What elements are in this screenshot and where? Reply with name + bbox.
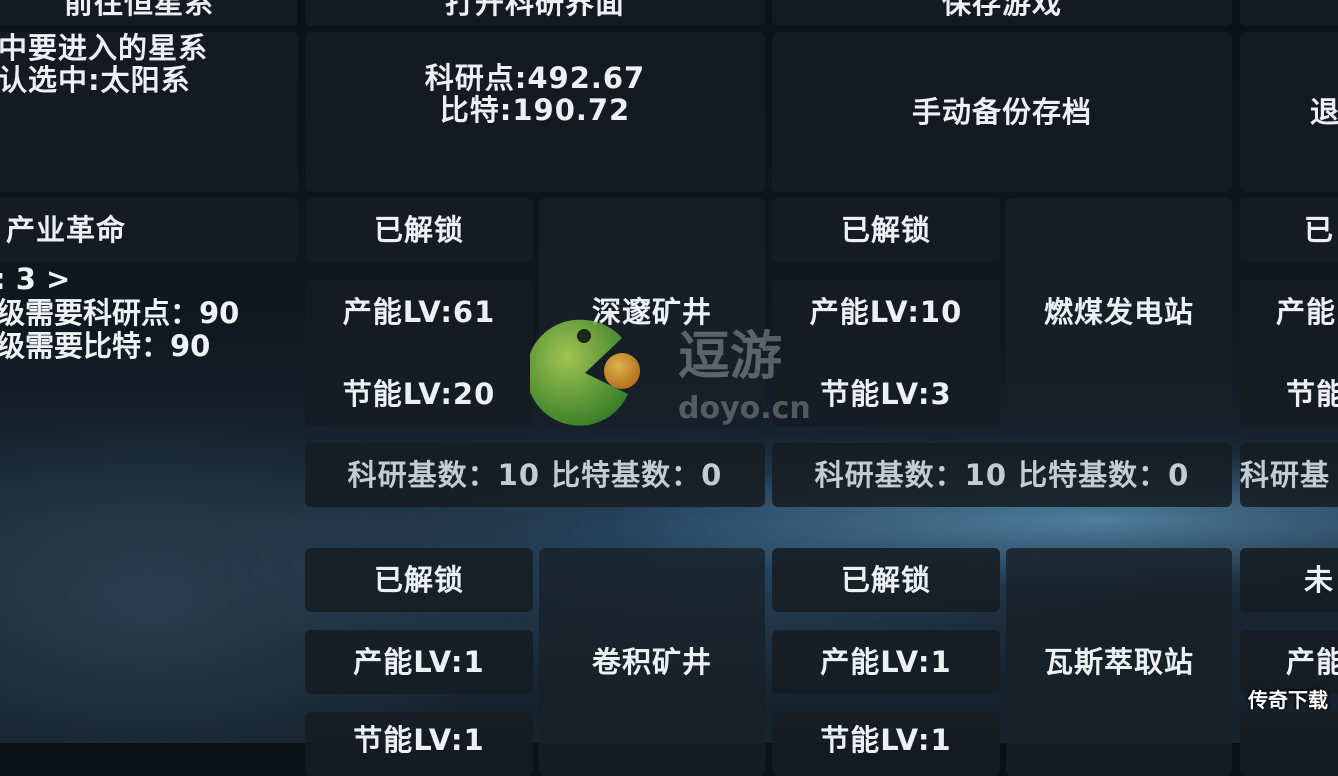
galaxy-select-line2: 认选中:太阳系	[0, 63, 191, 98]
facility-4-name: 瓦斯萃取站	[1043, 645, 1194, 679]
facility-3-efficiency-label: 节能LV:1	[353, 723, 485, 757]
goto-galaxy-button[interactable]: 前往恒星系	[0, 0, 298, 26]
facility-1-capacity-label: 产能LV:61	[342, 294, 496, 329]
manual-backup-label: 手动备份存档	[911, 94, 1092, 129]
facility-4-capacity-button[interactable]: 产能LV:1	[772, 630, 1000, 694]
facility-r1-base-panel: 科研基	[1240, 443, 1338, 507]
facility-2-capacity-label: 产能LV:10	[809, 294, 963, 329]
facility-2-status: 已解锁	[772, 198, 1000, 262]
manual-backup-button[interactable]: 手动备份存档	[772, 32, 1232, 192]
exit-label: 退	[1310, 94, 1338, 129]
facility-3-status-label: 已解锁	[373, 562, 464, 597]
research-points-value: 科研点:492.67	[424, 61, 646, 95]
facility-1-status: 已解锁	[305, 198, 533, 262]
facility-2-efficiency-label: 节能LV:3	[820, 376, 952, 411]
facility-2-efficiency-button[interactable]: 节能LV:3	[772, 362, 1000, 426]
facility-2-name: 燃煤发电站	[1043, 294, 1194, 329]
facility-r1-status: 已	[1240, 198, 1338, 262]
facility-1-base-panel: 科研基数：10 比特基数：0	[305, 443, 765, 507]
save-game-button[interactable]: 保存游戏	[772, 0, 1232, 26]
facility-r1-capacity-button[interactable]: 产能	[1240, 280, 1338, 344]
facility-4-efficiency-button[interactable]: 节能LV:1	[772, 712, 1000, 776]
facility-4-status: 已解锁	[772, 548, 1000, 612]
facility-3-efficiency-button[interactable]: 节能LV:1	[305, 712, 533, 776]
tech-title: 产业革命	[6, 212, 127, 247]
galaxy-select-line1: 中要进入的星系	[0, 31, 209, 65]
exit-button[interactable]: 退	[1240, 32, 1338, 192]
tech-req-bits: 级需要比特：90	[0, 329, 211, 363]
facility-3-capacity-label: 产能LV:1	[353, 644, 485, 679]
research-stats-panel: 科研点:492.67 比特:190.72	[305, 32, 765, 192]
facility-2-name-panel[interactable]: 燃煤发电站	[1006, 198, 1232, 426]
facility-r1-efficiency-button[interactable]: 节能	[1240, 362, 1338, 426]
facility-2-base: 科研基数：10 比特基数：0	[814, 457, 1190, 492]
bits-value: 比特:190.72	[439, 93, 631, 128]
tech-level: : 3 >	[0, 262, 71, 296]
facility-r2-capacity-label: 产能	[1286, 644, 1338, 679]
facility-3-capacity-button[interactable]: 产能LV:1	[305, 630, 533, 694]
facility-r1-efficiency-label: 节能	[1286, 376, 1338, 411]
facility-r2-efficiency-button[interactable]	[1240, 712, 1338, 776]
facility-2-base-panel: 科研基数：10 比特基数：0	[772, 443, 1232, 507]
facility-4-status-label: 已解锁	[840, 562, 931, 597]
facility-2-status-label: 已解锁	[840, 212, 931, 247]
facility-1-name: 深邃矿井	[591, 294, 712, 329]
facility-3-status: 已解锁	[305, 548, 533, 612]
facility-1-capacity-button[interactable]: 产能LV:61	[305, 280, 533, 344]
facility-4-capacity-label: 产能LV:1	[820, 644, 952, 679]
tech-title-panel: 产业革命	[0, 198, 298, 262]
corner-watermark: 传奇下载	[1248, 688, 1328, 712]
save-game-label: 保存游戏	[941, 0, 1062, 20]
facility-1-name-panel[interactable]: 深邃矿井	[539, 198, 765, 426]
goto-galaxy-label: 前往恒星系	[63, 0, 214, 20]
open-research-label: 打开科研界面	[444, 0, 625, 20]
facility-4-efficiency-label: 节能LV:1	[820, 723, 952, 757]
facility-1-status-label: 已解锁	[373, 212, 464, 247]
facility-3-name: 卷积矿井	[591, 645, 712, 679]
facility-4-name-panel[interactable]: 瓦斯萃取站	[1006, 548, 1232, 776]
facility-3-name-panel[interactable]: 卷积矿井	[539, 548, 765, 776]
tech-req-research: 级需要科研点：90	[0, 296, 240, 330]
top-right-partial-button[interactable]	[1240, 0, 1338, 26]
facility-r1-status-label: 已	[1304, 212, 1335, 247]
open-research-button[interactable]: 打开科研界面	[305, 0, 765, 26]
facility-r2-status-label: 未	[1304, 562, 1335, 597]
galaxy-select-panel[interactable]: 中要进入的星系 认选中:太阳系	[0, 32, 298, 192]
facility-r2-status: 未	[1240, 548, 1338, 612]
facility-1-efficiency-button[interactable]: 节能LV:20	[305, 362, 533, 426]
facility-2-capacity-button[interactable]: 产能LV:10	[772, 280, 1000, 344]
facility-r1-base: 科研基	[1240, 457, 1331, 492]
facility-1-base: 科研基数：10 比特基数：0	[347, 457, 723, 492]
facility-r1-capacity-label: 产能	[1276, 294, 1337, 329]
facility-1-efficiency-label: 节能LV:20	[342, 376, 496, 411]
